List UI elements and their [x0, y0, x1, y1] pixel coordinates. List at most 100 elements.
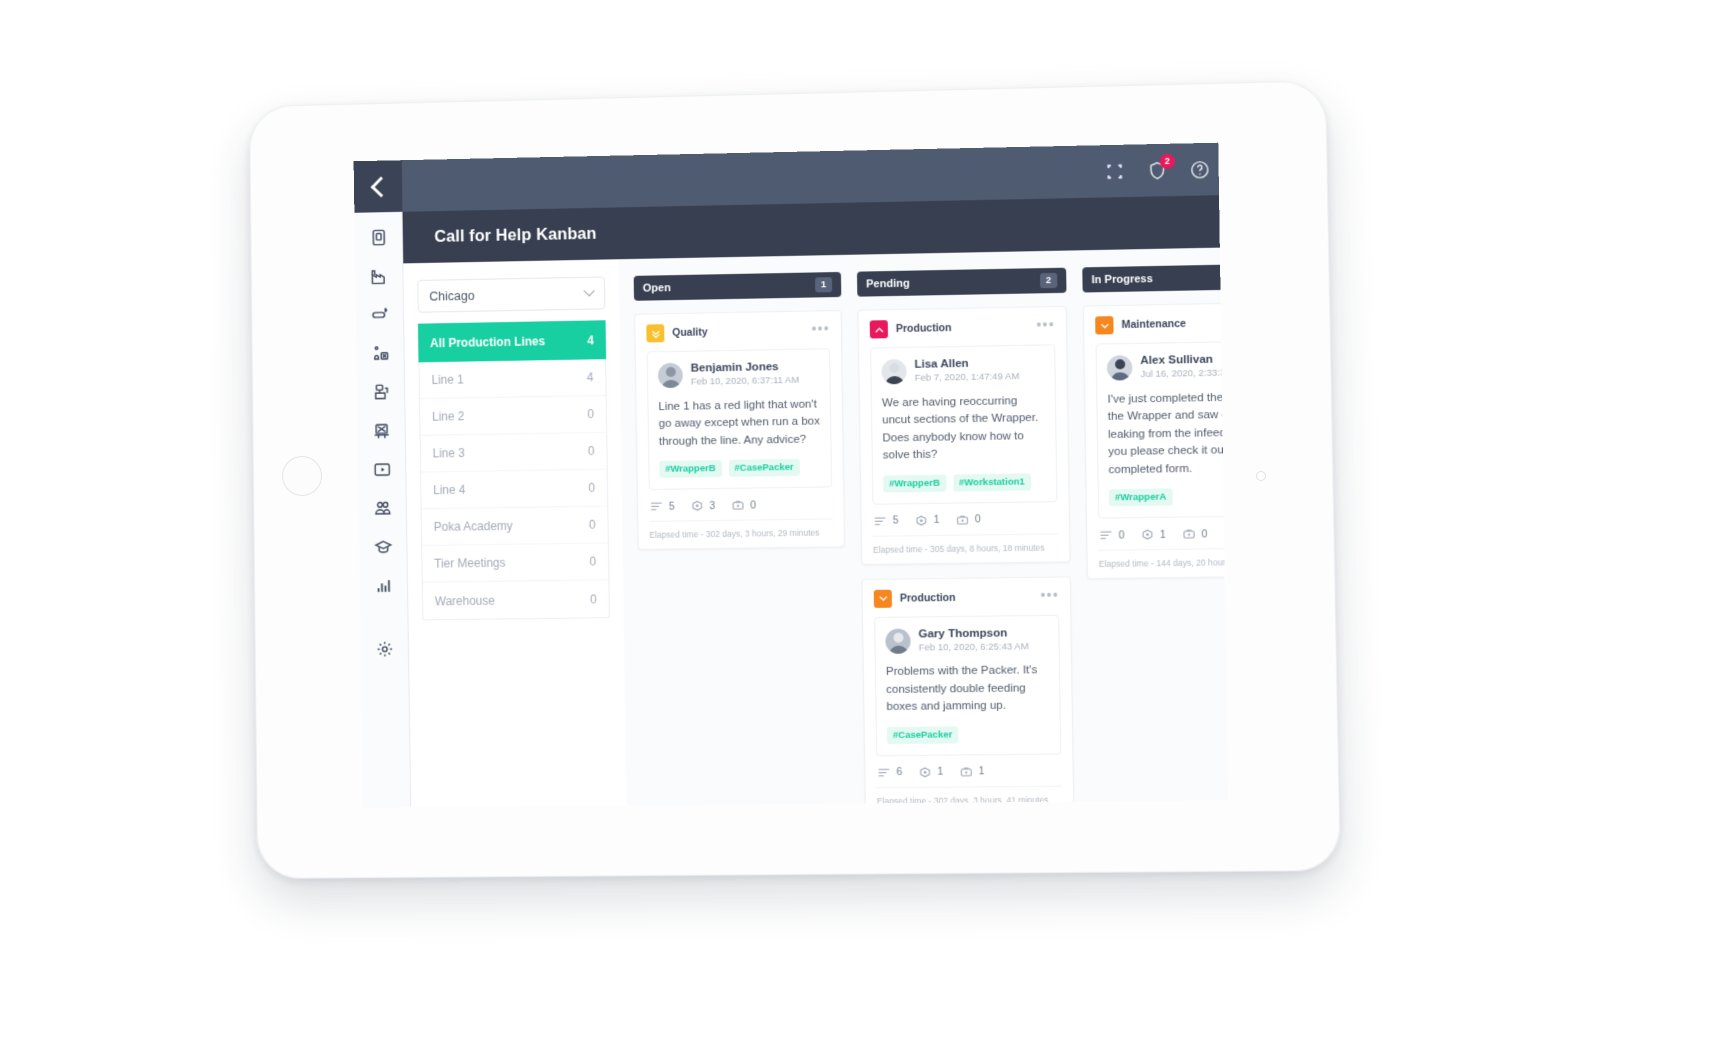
line-item-all-production-lines[interactable]: All Production Lines 4: [417, 320, 607, 363]
bar-chart-icon[interactable]: [372, 574, 394, 596]
production-category-badge: [869, 320, 889, 339]
line-item-count: 0: [589, 554, 597, 569]
line-item-line-4[interactable]: Line 4 0: [421, 469, 608, 510]
home-button[interactable]: [282, 456, 322, 496]
column-count: 1: [815, 277, 833, 293]
line-item-line-3[interactable]: Line 3 0: [420, 432, 607, 473]
stat-value: 6: [896, 766, 903, 779]
kanban-card[interactable]: Production ••• Gary Thompson Feb 10, 202…: [861, 575, 1075, 806]
stat-comments[interactable]: 5: [650, 500, 675, 513]
card-text: Problems with the Packer. It's consisten…: [885, 664, 1038, 714]
tag[interactable]: #WrapperB: [883, 474, 947, 493]
stat-value: 1: [1159, 528, 1167, 541]
kanban-board: Open 1 Quality ••• Benjamin Jones Feb 10…: [618, 247, 1229, 806]
card-menu-button[interactable]: •••: [1036, 316, 1055, 332]
kanban-card[interactable]: Maintenance Alex Sullivan Jul 16, 2020, …: [1082, 301, 1229, 580]
avatar: [881, 359, 907, 385]
tag[interactable]: #CasePacker: [728, 458, 800, 477]
graduation-cap-icon[interactable]: [372, 535, 394, 557]
line-item-count: 0: [587, 443, 595, 459]
card-stats: 0 1 0: [1098, 516, 1228, 550]
toolbox-icon: [1182, 527, 1195, 540]
stat-attachments[interactable]: 1: [959, 765, 984, 778]
stat-attachments[interactable]: 0: [956, 513, 981, 526]
shield-icon[interactable]: 2: [1146, 153, 1175, 181]
device-panel-icon[interactable]: [367, 226, 389, 248]
stat-views[interactable]: 1: [918, 765, 943, 778]
factory-icon[interactable]: [368, 265, 390, 287]
back-button[interactable]: [353, 160, 403, 213]
app-screen: 2 Call for Help Kanban Chicago All Produ…: [353, 142, 1229, 808]
author-name: Lisa Allen: [914, 357, 969, 371]
card-author: Alex Sullivan Jul 16, 2020, 2:33:33 PM: [1106, 352, 1228, 383]
card-menu-button[interactable]: •••: [1040, 586, 1059, 602]
column-title: In Progress: [1091, 272, 1153, 286]
tag[interactable]: #WrapperA: [1108, 488, 1173, 507]
line-item-label: All Production Lines: [429, 333, 546, 350]
kanban-column-in-progress: In Progress Maintenance Alex Sullivan Ju…: [1082, 263, 1229, 801]
gear-icon[interactable]: [373, 638, 395, 660]
stat-views[interactable]: 1: [915, 513, 940, 526]
location-select-value: Chicago: [429, 288, 475, 304]
page-title: Call for Help Kanban: [434, 224, 597, 246]
author-name: Gary Thompson: [918, 627, 1008, 641]
line-item-label: Poka Academy: [433, 518, 513, 534]
author-date: Feb 10, 2020, 6:37:11 AM: [690, 375, 800, 388]
card-author: Lisa Allen Feb 7, 2020, 1:47:49 AM: [881, 356, 1044, 387]
stat-comments[interactable]: 6: [877, 766, 902, 779]
line-item-poka-academy[interactable]: Poka Academy 0: [421, 506, 608, 546]
line-item-line-2[interactable]: Line 2 0: [420, 395, 607, 436]
kanban-column-pending: Pending 2 Production ••• Lisa Allen Feb …: [856, 267, 1075, 806]
list-lines-icon: [874, 514, 887, 527]
card-body: Lisa Allen Feb 7, 2020, 1:47:49 AM We ar…: [870, 344, 1058, 505]
tag[interactable]: #WrapperB: [659, 460, 722, 479]
help-circle-icon[interactable]: [1189, 159, 1211, 181]
inspection-icon[interactable]: [369, 342, 391, 364]
card-header: Production •••: [869, 316, 1055, 339]
team-icon[interactable]: [371, 497, 393, 519]
front-camera: [1256, 471, 1266, 481]
stat-comments[interactable]: 0: [1099, 528, 1125, 541]
video-player-icon[interactable]: [371, 458, 393, 480]
machine-icon[interactable]: [370, 381, 392, 403]
line-item-label: Line 4: [433, 482, 466, 498]
stat-attachments[interactable]: 0: [731, 499, 756, 512]
stat-comments[interactable]: 5: [874, 514, 899, 527]
tag[interactable]: #Workstation1: [952, 472, 1031, 492]
list-lines-icon: [877, 766, 890, 779]
chevron-left-icon: [370, 175, 391, 197]
stat-views[interactable]: 1: [1141, 528, 1166, 541]
production-line-list: All Production Lines 4 Line 1 4 Line 2 0…: [417, 320, 610, 621]
stat-value: 5: [892, 514, 899, 527]
location-select[interactable]: Chicago: [417, 276, 606, 313]
tag[interactable]: #CasePacker: [886, 726, 959, 744]
kanban-card[interactable]: Quality ••• Benjamin Jones Feb 10, 2020,…: [634, 309, 846, 551]
column-header: Open 1: [633, 271, 842, 301]
conveyor-icon[interactable]: [368, 303, 390, 325]
stat-attachments[interactable]: 0: [1182, 527, 1207, 540]
card-menu-button[interactable]: •••: [811, 320, 830, 336]
line-item-warehouse[interactable]: Warehouse 0: [423, 580, 609, 619]
stat-value: 1: [978, 765, 985, 778]
toolbox-icon: [959, 765, 972, 778]
column-title: Pending: [866, 277, 910, 291]
line-item-tier-meetings[interactable]: Tier Meetings 0: [422, 543, 609, 583]
column-header: Pending 2: [856, 267, 1067, 297]
author-meta: Lisa Allen Feb 7, 2020, 1:47:49 AM: [914, 356, 1019, 386]
line-item-line-1[interactable]: Line 1 4: [419, 359, 606, 400]
scan-frame-icon[interactable]: [1104, 160, 1126, 182]
line-item-count: 0: [590, 591, 597, 606]
stat-views[interactable]: 3: [690, 499, 715, 512]
author-name: Alex Sullivan: [1140, 353, 1214, 367]
line-item-label: Line 2: [431, 409, 465, 424]
card-tags: #CasePacker: [886, 725, 1050, 744]
kanban-card[interactable]: Production ••• Lisa Allen Feb 7, 2020, 1…: [857, 305, 1071, 565]
card-text: Line 1 has a red light that won't go awa…: [658, 398, 820, 448]
line-item-count: 4: [587, 332, 595, 347]
topbar-actions: 2: [1104, 153, 1219, 182]
card-header: Production •••: [873, 586, 1059, 608]
workstation-icon[interactable]: [370, 419, 392, 441]
card-body: Alex Sullivan Jul 16, 2020, 2:33:33 PM I…: [1095, 340, 1229, 519]
shield-badge-count: 2: [1159, 153, 1175, 169]
